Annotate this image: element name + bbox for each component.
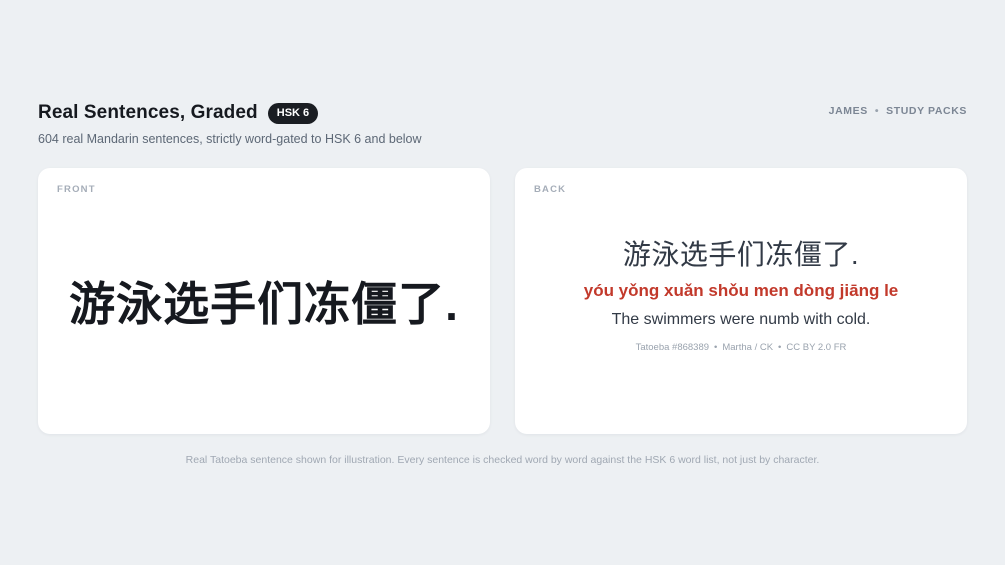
flashcard-back[interactable]: BACK 游泳选手们冻僵了. yóu yǒng xuǎn shǒu men dò… (515, 168, 967, 434)
attribution-separator: • (778, 342, 782, 353)
nav-study-packs-link[interactable]: STUDY PACKS (886, 105, 967, 117)
flashcard-front[interactable]: FRONT 游泳选手们冻僵了. (38, 168, 490, 434)
back-content: 游泳选手们冻僵了. yóu yǒng xuǎn shǒu men dòng ji… (515, 238, 967, 353)
footnote: Real Tatoeba sentence shown for illustra… (185, 454, 820, 466)
page-header: Real Sentences, Graded HSK 6 604 real Ma… (38, 100, 967, 150)
card-label-back: BACK (534, 184, 567, 195)
page-subtitle: 604 real Mandarin sentences, strictly wo… (38, 132, 422, 146)
attribution-license: CC BY 2.0 FR (786, 342, 847, 353)
card-label-front: FRONT (57, 184, 96, 195)
attribution-authors: Martha / CK (722, 342, 774, 353)
sentence-attribution: Tatoeba #868389 • Martha / CK • CC BY 2.0 FR (515, 342, 967, 353)
level-badge: HSK 6 (267, 102, 319, 124)
sentence-pinyin: yóu yǒng xuǎn shǒu men dòng jiāng le (583, 281, 899, 300)
top-nav: JAMES • STUDY PACKS (829, 105, 967, 117)
nav-separator: • (874, 105, 880, 117)
page-title: Real Sentences, Graded (38, 102, 258, 123)
title-row: Real Sentences, Graded HSK 6 (38, 100, 967, 126)
nav-user-link[interactable]: JAMES (829, 105, 868, 117)
back-sentence-hanzi: 游泳选手们冻僵了. (622, 239, 860, 270)
attribution-separator: • (714, 342, 718, 353)
front-sentence-hanzi: 游泳选手们冻僵了. (69, 278, 459, 330)
attribution-source: Tatoeba #868389 (635, 342, 710, 353)
sentence-translation: The swimmers were numb with cold. (611, 311, 871, 328)
